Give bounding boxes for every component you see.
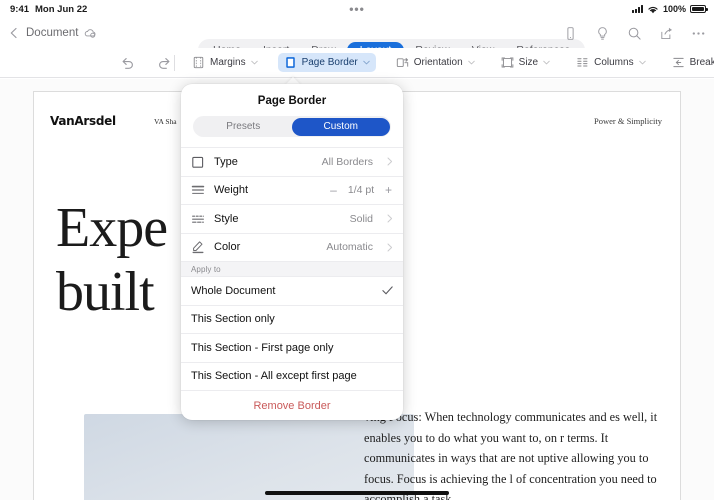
status-bar-right: 100% xyxy=(632,4,706,14)
columns-icon xyxy=(576,56,589,69)
margins-icon xyxy=(192,56,205,69)
chevron-down-icon xyxy=(363,60,370,65)
redo-icon[interactable] xyxy=(157,56,172,70)
layout-ribbon: Margins Page Border Orientation xyxy=(0,48,714,78)
orientation-icon xyxy=(396,56,409,69)
chevron-right-icon xyxy=(387,214,393,223)
style-lines-icon xyxy=(191,212,205,226)
popover-title: Page Border xyxy=(181,84,403,116)
header-left-note: VA Sha xyxy=(154,117,177,126)
ribbon-label-margins: Margins xyxy=(210,57,246,68)
weight-value: 1/4 pt xyxy=(346,184,376,196)
document-headline-line2: built xyxy=(56,260,154,324)
row-value-type: All Borders xyxy=(322,156,373,168)
chevron-right-icon xyxy=(387,157,393,166)
ribbon-button-size[interactable]: Size xyxy=(495,53,556,72)
share-icon[interactable] xyxy=(659,26,674,41)
header-right-note: Power & Simplicity xyxy=(594,116,662,126)
document-body-column: ving Focus: When technology communicates… xyxy=(364,407,664,500)
ribbon-label-orientation: Orientation xyxy=(414,57,463,68)
undo-icon[interactable] xyxy=(120,56,135,70)
back-chevron-icon[interactable] xyxy=(8,27,20,39)
row-color[interactable]: Color Automatic xyxy=(181,233,403,262)
apply-to-section-header: Apply to xyxy=(181,261,403,276)
page-border-icon xyxy=(284,56,297,69)
document-title[interactable]: Document xyxy=(26,27,78,39)
battery-icon xyxy=(690,5,706,13)
nav-bar: Document Home Insert Draw Layout Review … xyxy=(0,18,714,48)
row-label-type: Type xyxy=(214,156,313,168)
cloud-sync-icon[interactable] xyxy=(84,27,97,39)
more-ellipsis-icon[interactable] xyxy=(691,26,706,41)
ribbon-label-columns: Columns xyxy=(594,57,633,68)
chevron-down-icon xyxy=(468,60,475,65)
row-type[interactable]: Type All Borders xyxy=(181,147,403,176)
segment-presets[interactable]: Presets xyxy=(195,118,293,136)
ribbon-label-size: Size xyxy=(519,57,538,68)
presets-custom-segmented-control[interactable]: Presets Custom xyxy=(193,116,391,137)
undo-redo-group xyxy=(120,56,172,70)
row-label-weight: Weight xyxy=(214,184,320,196)
weight-lines-icon xyxy=(191,183,205,197)
ribbon-button-margins[interactable]: Margins xyxy=(186,53,264,72)
option-label-first-page-only: This Section - First page only xyxy=(191,342,393,354)
option-label-all-except-first-page: This Section - All except first page xyxy=(191,370,393,382)
row-value-style: Solid xyxy=(350,213,373,225)
mobile-view-icon[interactable] xyxy=(563,26,578,41)
row-weight[interactable]: Weight – 1/4 pt + xyxy=(181,176,403,205)
ribbon-divider xyxy=(174,55,175,71)
ribbon-label-page-border: Page Border xyxy=(302,57,358,68)
battery-percent: 100% xyxy=(663,4,686,14)
breaks-icon xyxy=(672,56,685,69)
cellular-bars-icon xyxy=(632,5,643,13)
search-icon[interactable] xyxy=(627,26,642,41)
chevron-right-icon xyxy=(387,243,393,252)
row-style[interactable]: Style Solid xyxy=(181,204,403,233)
option-this-section-first-page-only[interactable]: This Section - First page only xyxy=(181,333,403,362)
ribbon-button-breaks[interactable]: Breaks xyxy=(666,53,714,72)
ribbon-items: Margins Page Border Orientation xyxy=(186,53,714,72)
color-pen-icon xyxy=(191,240,205,254)
option-this-section-all-except-first-page[interactable]: This Section - All except first page xyxy=(181,362,403,391)
ribbon-button-columns[interactable]: Columns xyxy=(570,53,651,72)
row-value-color: Automatic xyxy=(326,241,373,253)
ribbon-label-breaks: Breaks xyxy=(690,57,714,68)
row-label-style: Style xyxy=(214,213,341,225)
ribbon-button-orientation[interactable]: Orientation xyxy=(390,53,481,72)
chevron-down-icon xyxy=(543,60,550,65)
nav-actions xyxy=(563,26,706,41)
page-border-popover: Page Border Presets Custom Type All Bord… xyxy=(181,84,403,420)
size-icon xyxy=(501,56,514,69)
option-this-section-only[interactable]: This Section only xyxy=(181,305,403,334)
remove-border-button[interactable]: Remove Border xyxy=(181,390,403,420)
document-headline-line1: Expe xyxy=(56,196,167,260)
nav-left-group: Document xyxy=(8,27,97,39)
weight-stepper[interactable]: – 1/4 pt + xyxy=(329,183,393,197)
square-border-icon xyxy=(191,155,205,169)
ribbon-button-page-border[interactable]: Page Border xyxy=(278,53,376,72)
lightbulb-icon[interactable] xyxy=(595,26,610,41)
option-label-whole-document: Whole Document xyxy=(191,285,382,297)
brand-logo: VanArsdel xyxy=(50,114,116,128)
weight-increase-button[interactable]: + xyxy=(384,183,393,197)
tablet-screen: 9:41 Mon Jun 22 ••• 100% Document xyxy=(0,0,714,500)
home-indicator[interactable] xyxy=(265,491,449,495)
chevron-down-icon xyxy=(639,60,646,65)
option-label-this-section-only: This Section only xyxy=(191,313,393,325)
checkmark-icon xyxy=(382,286,393,295)
option-whole-document[interactable]: Whole Document xyxy=(181,276,403,305)
document-body-paragraph: ving Focus: When technology communicates… xyxy=(364,407,664,500)
row-label-color: Color xyxy=(214,241,317,253)
wifi-icon xyxy=(647,5,659,14)
status-center-dots: ••• xyxy=(0,4,714,14)
segment-custom[interactable]: Custom xyxy=(292,118,390,136)
chevron-down-icon xyxy=(251,60,258,65)
status-bar: 9:41 Mon Jun 22 ••• 100% xyxy=(0,0,714,18)
weight-decrease-button[interactable]: – xyxy=(329,183,338,197)
